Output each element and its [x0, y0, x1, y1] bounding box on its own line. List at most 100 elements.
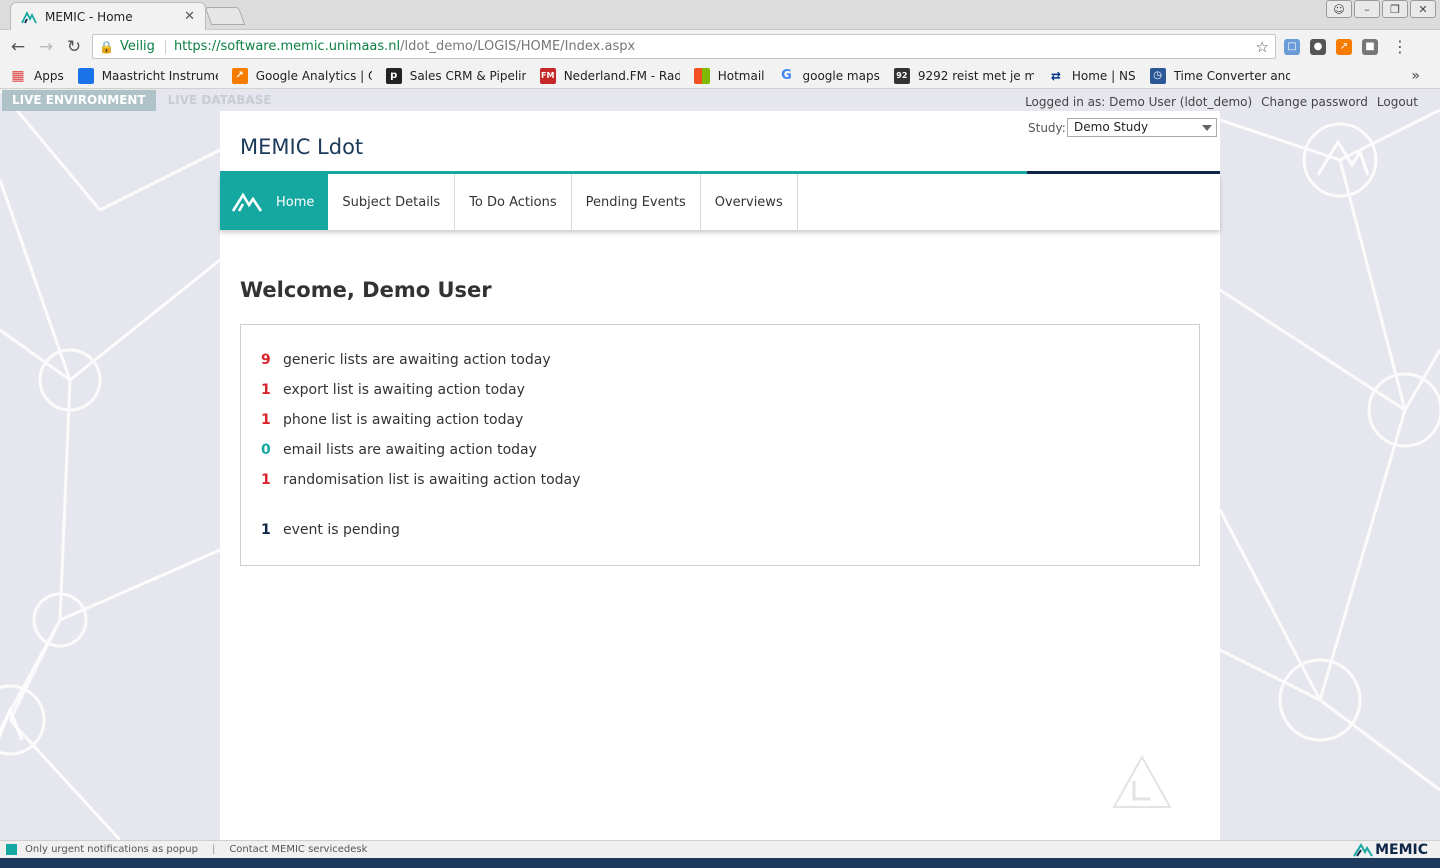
bookmark-item[interactable]: Hotmail — [693, 67, 764, 84]
nav-todo-actions[interactable]: To Do Actions — [455, 174, 572, 230]
study-label: Study: — [1028, 121, 1066, 135]
action-text: export list is awaiting action today — [283, 382, 525, 398]
bookmark-item[interactable]: p Sales CRM & Pipelin — [385, 67, 526, 84]
nav-overviews[interactable]: Overviews — [701, 174, 798, 230]
notification-checkbox[interactable] — [6, 844, 17, 855]
action-row-randomisation[interactable]: 1 randomisation list is awaiting action … — [261, 465, 1179, 495]
nav-subject-details[interactable]: Subject Details — [328, 174, 456, 230]
actions-summary-box: 9 generic lists are awaiting action toda… — [240, 324, 1200, 566]
9292-icon: 92 — [893, 67, 910, 84]
new-tab-button[interactable] — [204, 7, 246, 25]
status-bar: Only urgent notifications as popup | Con… — [0, 840, 1440, 858]
action-text: phone list is awaiting action today — [283, 412, 524, 428]
bookmarks-more-icon[interactable]: » — [1411, 68, 1420, 84]
study-select[interactable]: Demo Study — [1067, 118, 1217, 137]
minimize-button[interactable]: – — [1354, 0, 1380, 18]
action-row-email[interactable]: 0 email lists are awaiting action today — [261, 435, 1179, 465]
omnibox-divider — [164, 39, 166, 54]
ldot-watermark-icon — [1112, 754, 1172, 808]
action-row-export[interactable]: 1 export list is awaiting action today — [261, 375, 1179, 405]
bookmark-item[interactable]: G google maps — [778, 68, 880, 84]
close-window-button[interactable]: ✕ — [1410, 0, 1436, 18]
action-row-phone[interactable]: 1 phone list is awaiting action today — [261, 405, 1179, 435]
nav-home[interactable]: Home — [220, 174, 329, 230]
bookmarks-bar: ▦ Apps Maastricht Instrumen ↗ Google Ana… — [0, 63, 1440, 89]
pipedrive-icon: p — [385, 67, 402, 84]
action-text: randomisation list is awaiting action to… — [283, 472, 581, 488]
profile-icon[interactable]: ☺ — [1326, 0, 1352, 18]
app-title: MEMIC Ldot — [240, 135, 364, 159]
extension-cast-icon[interactable]: □ — [1284, 38, 1300, 55]
lock-icon: 🔒 — [99, 39, 114, 54]
bookmark-item[interactable]: ⇄ Home | NS — [1048, 68, 1136, 84]
study-selected-value: Demo Study — [1074, 120, 1149, 134]
extension-icons: □ ● ↗ ■ ⋮ — [1284, 37, 1408, 56]
pending-text: event is pending — [283, 522, 400, 538]
extension-analytics-icon[interactable]: ↗ — [1336, 38, 1352, 55]
bookmark-item[interactable]: FM Nederland.FM - Radi — [539, 67, 680, 84]
environment-bar: LIVE ENVIRONMENT LIVE DATABASE — [0, 90, 284, 111]
bookmark-apps[interactable]: ▦ Apps — [10, 67, 63, 84]
google-icon: G — [781, 68, 792, 83]
restore-button[interactable]: ❐ — [1382, 0, 1408, 18]
forward-button[interactable]: → — [32, 33, 60, 61]
os-taskbar — [0, 858, 1440, 868]
apps-grid-icon: ▦ — [11, 67, 25, 84]
address-bar[interactable]: 🔒 Veilig https://software.memic.unimaas.… — [92, 34, 1276, 59]
action-text: email lists are awaiting action today — [283, 442, 537, 458]
back-button[interactable]: ← — [4, 33, 32, 61]
browser-tab[interactable]: MEMIC - Home ✕ — [10, 2, 206, 30]
change-password-link[interactable]: Change password — [1261, 95, 1368, 109]
url-path: /ldot_demo/LOGIS/HOME/Index.aspx — [400, 39, 636, 54]
action-count: 1 — [261, 382, 271, 398]
memic-logo-icon — [21, 10, 37, 23]
browser-menu-icon[interactable]: ⋮ — [1392, 37, 1408, 56]
secure-label: Veilig — [119, 39, 155, 54]
action-count: 9 — [261, 352, 271, 368]
analytics-icon: ↗ — [231, 67, 248, 84]
welcome-heading: Welcome, Demo User — [240, 278, 492, 302]
browser-toolbar: ← → ↻ 🔒 Veilig https://software.memic.un… — [0, 30, 1440, 63]
tab-title: MEMIC - Home — [45, 9, 133, 24]
memic-brand-text: MEMIC — [1375, 842, 1428, 858]
action-count: 1 — [261, 472, 271, 488]
bookmark-item[interactable]: 92 9292 reist met je me — [893, 67, 1034, 84]
tab-close-icon[interactable]: ✕ — [184, 9, 195, 24]
notifications-label: Only urgent notifications as popup — [25, 844, 198, 855]
window-controls: ☺ – ❐ ✕ — [1326, 0, 1436, 18]
reload-button[interactable]: ↻ — [60, 33, 88, 61]
time-converter-icon: ◷ — [1149, 67, 1166, 84]
memic-brand-logo: MEMIC — [1353, 842, 1428, 858]
bookmark-item[interactable]: ↗ Google Analytics | O — [231, 67, 372, 84]
action-row-generic[interactable]: 9 generic lists are awaiting action toda… — [261, 345, 1179, 375]
logged-in-label: Logged in as: Demo User (ldot_demo) — [1025, 95, 1253, 109]
memic-logo-icon — [1353, 843, 1373, 857]
main-nav: Home Subject Details To Do Actions Pendi… — [220, 174, 1220, 230]
live-environment-badge: LIVE ENVIRONMENT — [2, 90, 156, 111]
maastricht-icon — [77, 67, 94, 84]
chevron-down-icon — [1202, 125, 1212, 131]
status-divider: | — [211, 844, 216, 855]
action-text: generic lists are awaiting action today — [283, 352, 551, 368]
pending-events-row[interactable]: 1 event is pending — [261, 515, 1179, 545]
browser-titlebar: MEMIC - Home ✕ ☺ – ❐ ✕ — [0, 0, 1440, 30]
action-count: 1 — [261, 412, 271, 428]
nav-pending-events[interactable]: Pending Events — [572, 174, 701, 230]
bookmark-item[interactable]: Maastricht Instrumen — [77, 67, 218, 84]
radio-fm-icon: FM — [539, 67, 556, 84]
extension-notes-icon[interactable]: ■ — [1362, 38, 1378, 55]
main-panel: Study: Demo Study MEMIC Ldot Home Subjec… — [220, 111, 1220, 840]
extension-evernote-icon[interactable]: ● — [1310, 38, 1326, 55]
servicedesk-link[interactable]: Contact MEMIC servicedesk — [229, 844, 367, 855]
user-bar: Logged in as: Demo User (ldot_demo) Chan… — [1025, 95, 1418, 109]
bookmark-item[interactable]: ◷ Time Converter and — [1149, 67, 1290, 84]
live-database-badge: LIVE DATABASE — [167, 93, 272, 107]
url-host: https://software.memic.unimaas.nl — [173, 39, 401, 54]
microsoft-icon — [693, 67, 710, 84]
action-count: 0 — [261, 442, 271, 458]
logout-link[interactable]: Logout — [1377, 95, 1418, 109]
nav-home-label: Home — [276, 194, 315, 210]
pending-count: 1 — [261, 522, 271, 538]
bookmark-star-icon[interactable]: ☆ — [1256, 38, 1269, 56]
memic-logo-icon — [232, 192, 262, 212]
